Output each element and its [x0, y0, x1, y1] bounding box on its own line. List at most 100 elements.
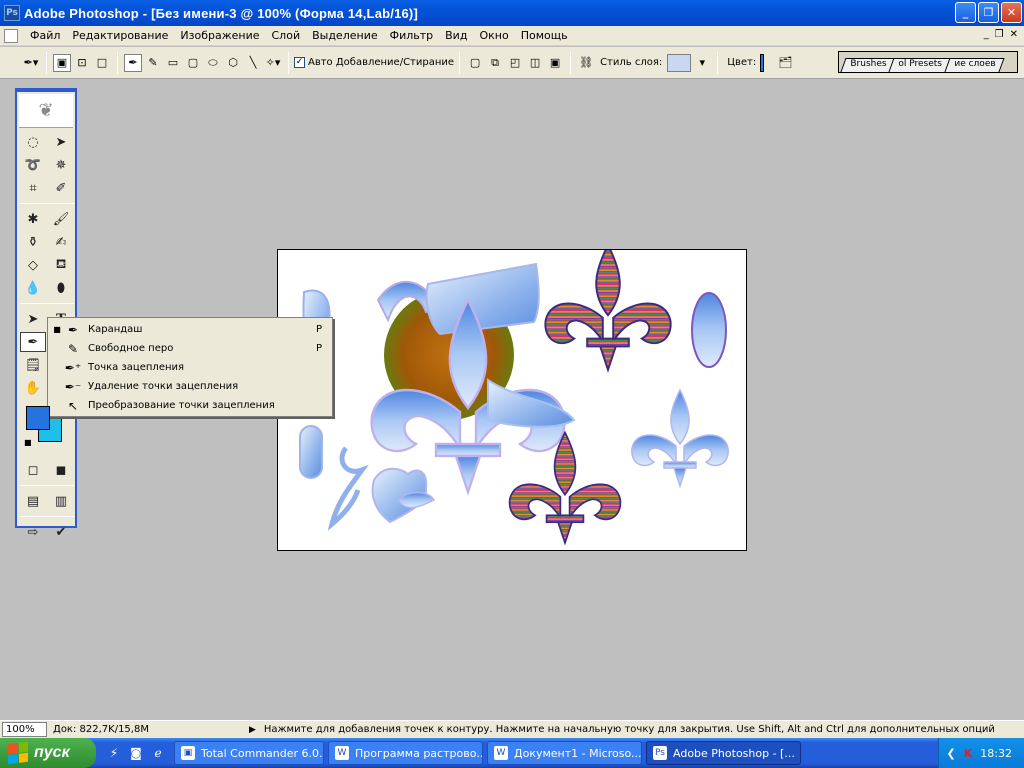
doc-minimize-button[interactable]: _	[984, 29, 989, 40]
maximize-button[interactable]: ❐	[978, 2, 999, 23]
minimize-button[interactable]: _	[955, 2, 976, 23]
palette-well-icon[interactable]: 🗂	[776, 54, 794, 72]
quicklaunch-ie-icon[interactable]: ℯ	[150, 745, 166, 761]
blue-fleur-right-shape	[631, 389, 729, 487]
tool-preset-picker[interactable]: ✒▾	[22, 54, 40, 72]
subtract-shape-button[interactable]: ◰	[506, 54, 524, 72]
exclude-shape-button[interactable]: ▣	[546, 54, 564, 72]
menu-layer[interactable]: Слой	[266, 29, 307, 42]
close-button[interactable]: ✕	[1001, 2, 1022, 23]
line-shape-option[interactable]: ╲	[244, 54, 262, 72]
blur-tool-icon[interactable]: 💧	[20, 278, 46, 298]
slice-tool-icon[interactable]: ✐	[48, 178, 74, 198]
flyout-item-add-anchor[interactable]: ✒⁺ Точка зацепления	[48, 358, 332, 377]
document-icon[interactable]	[4, 28, 18, 43]
palette-tab-brushes[interactable]: Brushes	[840, 58, 896, 72]
add-anchor-point-icon: ✒⁺	[64, 360, 82, 375]
fill-pixels-mode-button[interactable]: □	[93, 54, 111, 72]
custom-shape-option[interactable]: ✧▾	[264, 54, 282, 72]
doc-restore-button[interactable]: ❐	[995, 29, 1004, 40]
play-arrow-icon[interactable]: ▶	[249, 725, 256, 735]
flyout-item-freeform-pen[interactable]: ✎ Свободное перо P	[48, 339, 332, 358]
palette-well: Brushes ol Presets ие слоев	[838, 51, 1018, 73]
add-to-shape-button[interactable]: ⧉	[486, 54, 504, 72]
ellipse-shape-option[interactable]: ⬭	[204, 54, 222, 72]
save-disk-icon: ▣	[181, 746, 195, 760]
pen-tool-icon[interactable]: ✒	[20, 332, 46, 352]
layer-style-picker[interactable]	[667, 53, 692, 72]
flyout-item-convert-point[interactable]: ↖ Преобразование точки зацепления	[48, 396, 332, 415]
clone-stamp-tool-icon[interactable]: ⚱	[20, 232, 46, 252]
task-program-raster[interactable]: W Программа растрово...	[328, 741, 483, 765]
menu-file[interactable]: Файл	[24, 29, 66, 42]
menu-edit[interactable]: Редактирование	[66, 29, 174, 42]
start-button[interactable]: пуск	[0, 738, 96, 768]
auto-add-delete-checkbox[interactable]: ✓ Авто Добавление/Стирание	[294, 57, 454, 68]
screen-mode-icon[interactable]: ▤	[20, 491, 46, 511]
photoshop-app-icon[interactable]: Ps	[4, 5, 20, 21]
shape-layers-mode-button[interactable]: ▣	[53, 53, 71, 72]
path-selection-tool-icon[interactable]: ➤	[20, 309, 46, 329]
default-colors-icon[interactable]: ■	[24, 438, 32, 447]
polygon-shape-option[interactable]: ⬡	[224, 54, 242, 72]
imageready-icon[interactable]: ✔	[48, 522, 74, 542]
jump-to-imageready-icon[interactable]: ⇨	[20, 522, 46, 542]
intersect-shape-button[interactable]: ◫	[526, 54, 544, 72]
flyout-item-pen[interactable]: ■ ✒ Карандаш P	[48, 320, 332, 339]
crop-tool-icon[interactable]: ⌗	[20, 178, 46, 198]
taskbar: пуск ⚡ ◙ ℯ ▣ Total Commander 6.0... W Пр…	[0, 738, 1024, 768]
flyout-item-delete-anchor[interactable]: ✒⁻ Удаление точки зацепления	[48, 377, 332, 396]
convert-point-icon: ↖	[67, 398, 79, 413]
quicklaunch-app-icon[interactable]: ◙	[128, 745, 144, 761]
eraser-tool-icon[interactable]: ◇	[20, 255, 46, 275]
menu-help[interactable]: Помощь	[515, 29, 574, 42]
healing-brush-tool-icon[interactable]: ✱	[20, 209, 46, 229]
pen-icon: ✒	[67, 322, 79, 337]
paint-bucket-tool-icon[interactable]: ⛾	[48, 255, 74, 275]
clock[interactable]: 18:32	[980, 747, 1012, 760]
task-photoshop[interactable]: Ps Adobe Photoshop - [...	[646, 741, 801, 765]
task-document1[interactable]: W Документ1 - Microso...	[487, 741, 642, 765]
checkmark-icon: ✓	[294, 57, 305, 68]
brush-tool-icon[interactable]: 🖌	[48, 209, 74, 229]
rounded-rect-shape-option[interactable]: ▢	[184, 54, 202, 72]
move-tool-icon[interactable]: ➤	[48, 132, 74, 152]
palette-tab-layer-comps[interactable]: ие слоев	[944, 58, 1005, 72]
feather-logo-icon[interactable]: ❦	[19, 94, 73, 128]
link-icon[interactable]: ⛓	[577, 54, 595, 72]
fullscreen-mode-icon[interactable]: ▥	[48, 491, 74, 511]
title-bar: Ps Adobe Photoshop - [Без имени-3 @ 100%…	[0, 0, 1024, 26]
chevron-down-icon[interactable]: ▾	[693, 54, 711, 72]
doc-size-info[interactable]: Док: 822,7K/15,8M	[53, 724, 149, 735]
freeform-pen-option[interactable]: ✎	[144, 54, 162, 72]
rectangle-shape-option[interactable]: ▭	[164, 54, 182, 72]
menu-view[interactable]: Вид	[439, 29, 473, 42]
notes-tool-icon[interactable]: 🗒	[20, 355, 46, 375]
doc-close-button[interactable]: ✕	[1010, 29, 1018, 40]
magic-wand-tool-icon[interactable]: ✵	[48, 155, 74, 175]
document-canvas[interactable]	[277, 249, 747, 551]
menu-filter[interactable]: Фильтр	[384, 29, 440, 42]
tray-expand-icon[interactable]: ❮	[947, 747, 956, 760]
lasso-tool-icon[interactable]: ➰	[20, 155, 46, 175]
dodge-tool-icon[interactable]: ⬮	[48, 278, 74, 298]
foreground-color-swatch[interactable]	[26, 406, 50, 430]
zoom-field[interactable]: 100%	[2, 722, 47, 737]
standard-mode-icon[interactable]: ◻	[20, 460, 46, 480]
marquee-tool-icon[interactable]: ◌	[20, 132, 46, 152]
hand-tool-icon[interactable]: ✋	[20, 378, 46, 398]
pen-tool-option[interactable]: ✒	[124, 53, 142, 72]
paths-mode-button[interactable]: ⊡	[73, 54, 91, 72]
antivirus-k-icon[interactable]: K	[964, 747, 973, 760]
new-shape-area-button[interactable]: ▢	[466, 54, 484, 72]
quicklaunch-lightning-icon[interactable]: ⚡	[106, 745, 122, 761]
history-brush-tool-icon[interactable]: ✍	[48, 232, 74, 252]
task-total-commander[interactable]: ▣ Total Commander 6.0...	[174, 741, 324, 765]
color-label: Цвет:	[727, 57, 757, 68]
quick-mask-mode-icon[interactable]: ◼	[48, 460, 74, 480]
menu-window[interactable]: Окно	[473, 29, 514, 42]
menu-select[interactable]: Выделение	[306, 29, 384, 42]
palette-tab-tool-presets[interactable]: ol Presets	[888, 58, 952, 72]
color-swatch[interactable]	[760, 53, 765, 72]
menu-image[interactable]: Изображение	[174, 29, 265, 42]
